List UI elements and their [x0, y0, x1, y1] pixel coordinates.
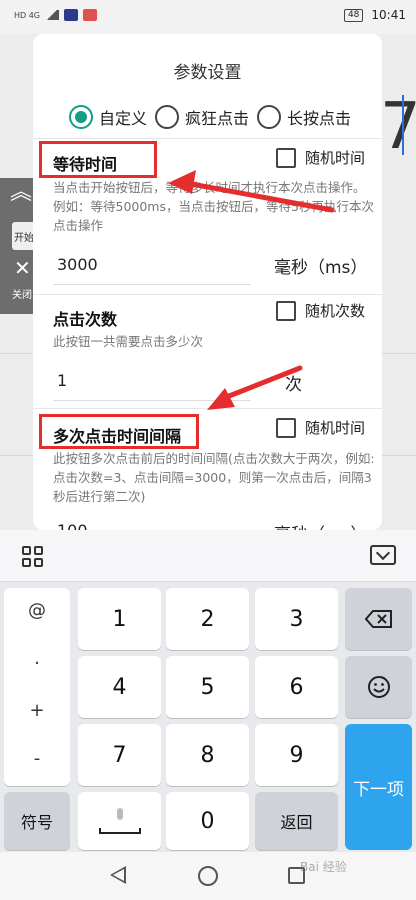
- radio-unselected-icon: [155, 105, 180, 129]
- float-close-label: 关闭: [12, 290, 32, 301]
- hide-keyboard-icon[interactable]: [370, 545, 396, 565]
- status-bar: HD 4G 48 10:41: [0, 0, 416, 34]
- wait-time-title: 等待时间: [53, 155, 118, 174]
- key-4[interactable]: 4: [78, 656, 161, 718]
- network-indicator: HD 4G: [14, 10, 41, 20]
- space-key[interactable]: [78, 792, 161, 850]
- radio-crazy-click[interactable]: 疯狂点击: [155, 105, 249, 129]
- keyboard-toolbar: [0, 530, 416, 582]
- key-8[interactable]: 8: [166, 724, 249, 786]
- input-underline: [53, 284, 251, 285]
- key-7[interactable]: 7: [78, 724, 161, 786]
- wait-time-input[interactable]: 3000: [57, 255, 98, 274]
- random-interval-checkbox[interactable]: 随机时间: [276, 417, 365, 438]
- key-0[interactable]: 0: [166, 792, 249, 850]
- back-icon[interactable]: [110, 866, 126, 884]
- key-at[interactable]: @: [4, 600, 70, 621]
- wait-time-description: 当点击开始按钮后，等待多长时间才执行本次点击操作。例如：等待5000ms，当点击…: [53, 180, 374, 233]
- radio-label: 自定义: [99, 109, 148, 128]
- background-number: 7: [380, 90, 416, 164]
- key-5[interactable]: 5: [166, 656, 249, 718]
- close-icon[interactable]: ✕: [14, 256, 31, 280]
- random-count-checkbox[interactable]: 随机次数: [276, 300, 365, 321]
- app-notification-icon: [83, 9, 98, 21]
- input-underline: [53, 400, 251, 401]
- backspace-key[interactable]: [345, 588, 412, 650]
- next-item-key[interactable]: 下一项: [345, 724, 412, 850]
- dialog-title: 参数设置: [173, 63, 242, 83]
- checkbox-label: 随机时间: [305, 149, 366, 167]
- radio-custom[interactable]: 自定义: [69, 105, 147, 129]
- backspace-icon: [364, 610, 392, 628]
- click-mode-radio-group: 自定义 疯狂点击 长按点击: [69, 105, 359, 129]
- key-2[interactable]: 2: [166, 588, 249, 650]
- radio-label: 长按点击: [287, 109, 352, 128]
- signal-icon: [45, 10, 60, 20]
- collapse-icon[interactable]: ︽: [10, 182, 32, 204]
- unit-label: 次: [285, 375, 302, 395]
- return-key[interactable]: 返回: [255, 792, 338, 850]
- home-icon[interactable]: [198, 866, 218, 886]
- divider: [33, 408, 382, 409]
- checkbox-icon: [276, 147, 296, 168]
- radio-selected-icon: [69, 105, 93, 129]
- radio-unselected-icon: [257, 105, 282, 129]
- key-minus[interactable]: -: [4, 748, 70, 769]
- checkbox-icon: [276, 300, 296, 321]
- microphone-icon: [98, 808, 141, 834]
- emoji-key[interactable]: [345, 656, 412, 718]
- symbol-key[interactable]: 符号: [4, 792, 70, 850]
- text-cursor: [402, 95, 404, 155]
- checkbox-label: 随机时间: [305, 419, 366, 437]
- checkbox-icon: [276, 417, 296, 438]
- click-interval-title: 多次点击时间间隔: [53, 427, 182, 446]
- clock: 10:41: [371, 8, 406, 22]
- key-9[interactable]: 9: [255, 724, 338, 786]
- keyboard-menu-icon[interactable]: [22, 546, 44, 568]
- click-interval-description: 此按钮多次点击前后的时间间隔(点击次数大于两次，例如:点击次数=3、点击间隔=3…: [53, 451, 375, 504]
- radio-long-press[interactable]: 长按点击: [257, 105, 351, 129]
- click-count-input[interactable]: 1: [57, 371, 67, 390]
- watermark: Bai 经验: [300, 860, 347, 874]
- settings-dialog: 参数设置 自定义 疯狂点击 长按点击 等待时间 随机时间 当点击开始按钮后，等待…: [33, 34, 382, 530]
- app-notification-icon: [64, 9, 79, 21]
- checkbox-label: 随机次数: [305, 302, 366, 320]
- numeric-keyboard: @ . + - 1 2 3 4 5 6 7 8 9 符号 0 返回 下一项: [0, 530, 416, 852]
- key-dot[interactable]: .: [4, 648, 70, 669]
- divider: [33, 138, 382, 139]
- key-plus[interactable]: +: [4, 700, 70, 721]
- key-1[interactable]: 1: [78, 588, 161, 650]
- key-3[interactable]: 3: [255, 588, 338, 650]
- emoji-icon: [367, 676, 390, 698]
- battery-icon: 48: [343, 8, 364, 22]
- click-count-title: 点击次数: [53, 310, 118, 329]
- radio-label: 疯狂点击: [185, 109, 250, 128]
- symbol-column: @ . + -: [4, 588, 70, 786]
- navigation-bar: [0, 852, 416, 900]
- click-count-description: 此按钮一共需要点击多少次: [53, 334, 204, 349]
- unit-label: 毫秒（ms）: [274, 258, 368, 278]
- key-6[interactable]: 6: [255, 656, 338, 718]
- random-time-checkbox[interactable]: 随机时间: [276, 147, 365, 168]
- divider: [33, 294, 382, 295]
- click-interval-input[interactable]: 100: [57, 521, 88, 530]
- unit-label: 毫秒（ms）: [274, 520, 367, 530]
